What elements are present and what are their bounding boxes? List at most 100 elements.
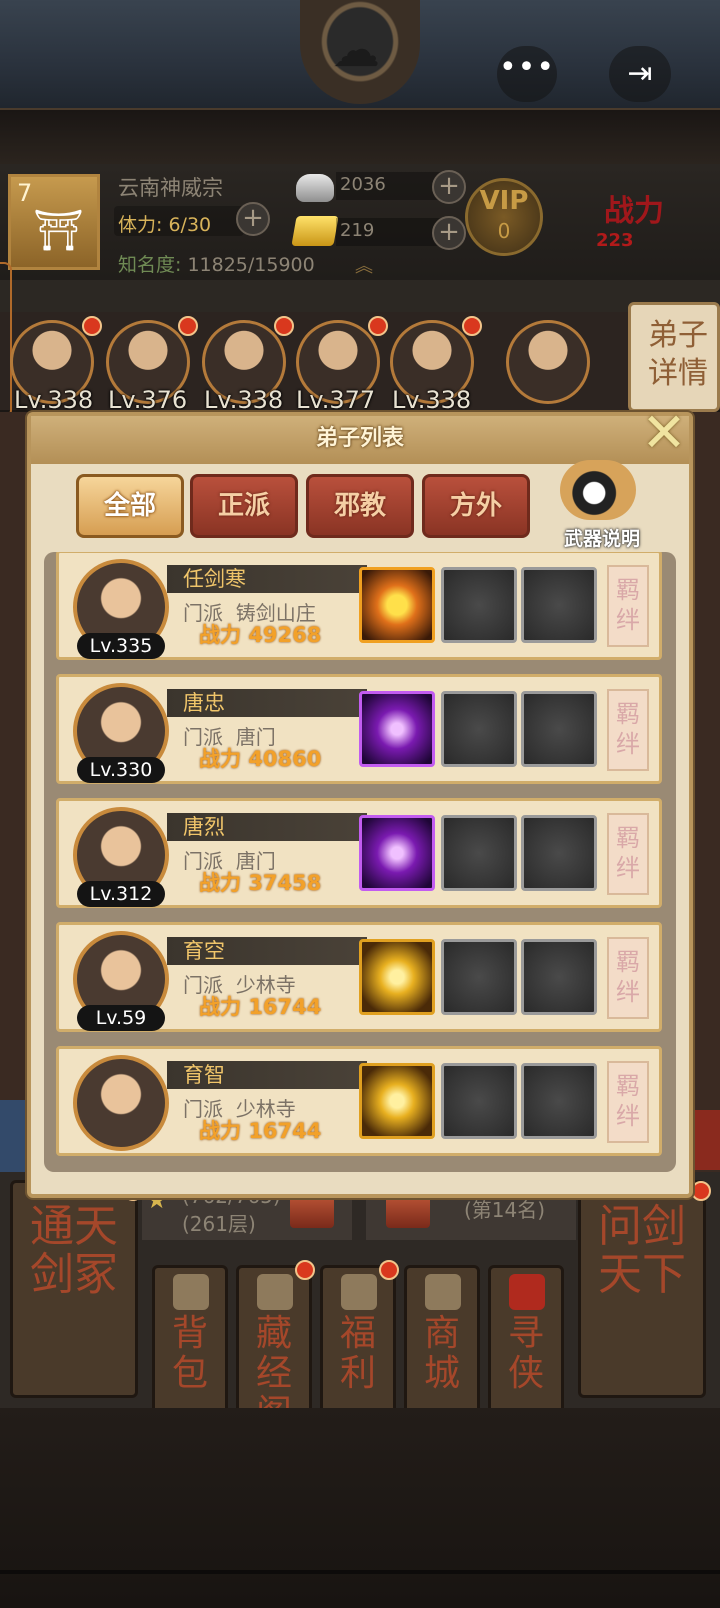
weapon-slot-empty[interactable] (521, 567, 597, 643)
weapon-slot-gold[interactable] (359, 1063, 435, 1139)
disciple-row[interactable]: Lv.312 唐烈 门派 唐门 战力 37458 羁绊 (56, 798, 662, 908)
dialog-title: 弟子列表 (315, 426, 404, 451)
disciple-portrait (73, 1055, 169, 1151)
disciple-level: Lv.330 (77, 757, 165, 783)
notification-dot (295, 1260, 315, 1280)
disciple-power: 战力 16744 (199, 1115, 321, 1145)
cloud-emblem-icon: ☁ (332, 22, 380, 78)
sword-ask-button[interactable]: 问剑天下 (578, 1180, 711, 1398)
power-value: 49268 (248, 623, 322, 647)
disciple-power: 战力 40860 (199, 743, 321, 773)
strip-hero-level: Lv.338 (14, 386, 94, 414)
fame-label: 知名度: (118, 254, 182, 276)
weapon-slot-purple[interactable] (359, 691, 435, 767)
power-prefix: 战力 (199, 623, 241, 647)
weapon-slot-empty[interactable] (441, 939, 517, 1015)
disciple-row[interactable]: Lv.59 育空 门派 少林寺 战力 16744 羁绊 (56, 922, 662, 1032)
bond-button[interactable]: 羁绊 (607, 689, 649, 771)
bond-button[interactable]: 羁绊 (607, 1061, 649, 1143)
welfare-label: 福利 (339, 1313, 376, 1394)
disciple-details-tab[interactable]: 弟子详情 (628, 302, 720, 412)
weapon-slot-empty[interactable] (441, 567, 517, 643)
disciple-name: 唐忠 (183, 691, 225, 715)
disciple-details-label: 弟子详情 (648, 318, 708, 391)
seek-hero-label: 寻侠 (507, 1313, 544, 1394)
power-value: 16744 (248, 1119, 322, 1143)
stamina-text: 体力: 6/30 (118, 210, 211, 237)
more-menu-button[interactable]: ••• (497, 46, 557, 102)
strip-hero-level: Lv.338 (204, 386, 284, 414)
bond-button[interactable]: 羁绊 (607, 813, 649, 895)
tab-evil[interactable]: 邪教 (306, 474, 414, 538)
exit-icon: ⇥ (627, 56, 653, 91)
weapon-slot-empty[interactable] (521, 815, 597, 891)
weapon-slot-empty[interactable] (521, 1063, 597, 1139)
bond-button[interactable]: 羁绊 (607, 937, 649, 1019)
close-button[interactable]: ✕ (632, 406, 696, 466)
disciple-power: 战力 37458 (199, 867, 321, 897)
power-value: 16744 (248, 995, 322, 1019)
power-prefix: 战力 (199, 871, 241, 895)
silver-amount: 2036 (340, 174, 386, 195)
add-gold-button[interactable]: + (432, 216, 466, 250)
disciple-power: 战力 49268 (199, 619, 321, 649)
weapon-slot-purple[interactable] (359, 815, 435, 891)
sword-tomb-label: 通天剑冢 (30, 1201, 118, 1300)
power-prefix: 战力 (199, 1119, 241, 1143)
shop-label: 商城 (423, 1313, 460, 1394)
vip-label: VIP (479, 186, 529, 216)
notification-dot (368, 316, 388, 336)
disciple-list[interactable]: Lv.335 任剑寒 门派 铸剑山庄 战力 49268 羁绊 Lv.330 唐忠… (44, 552, 676, 1172)
disciple-name: 唐烈 (183, 815, 225, 839)
disciple-name: 任剑寒 (183, 567, 246, 591)
strip-hero-level: Lv.377 (296, 386, 376, 414)
pavilion-icon: ⛩ (33, 208, 84, 254)
player-level: 7 (17, 179, 33, 207)
exit-button[interactable]: ⇥ (609, 46, 671, 102)
welfare-icon (341, 1274, 377, 1310)
sword-tomb-button[interactable]: 通天剑冢 (10, 1180, 143, 1398)
weapon-slot-fire[interactable] (359, 567, 435, 643)
notification-dot (462, 316, 482, 336)
add-stamina-button[interactable]: + (236, 202, 270, 236)
stamina-label: 体力: (118, 214, 163, 236)
player-avatar[interactable]: 7 ⛩ (8, 174, 100, 270)
tab-outsider[interactable]: 方外 (422, 474, 530, 538)
disciple-row[interactable]: Lv.335 任剑寒 门派 铸剑山庄 战力 49268 羁绊 (56, 552, 662, 660)
disciple-row[interactable]: 育智 门派 少林寺 战力 16744 羁绊 (56, 1046, 662, 1156)
disciple-row[interactable]: Lv.330 唐忠 门派 唐门 战力 40860 羁绊 (56, 674, 662, 784)
bag-icon (173, 1274, 209, 1310)
fame-text: 知名度: 11825/15900 (118, 250, 315, 277)
tab-all[interactable]: 全部 (76, 474, 184, 538)
power-prefix: 战力 (199, 747, 241, 771)
weapon-slot-empty[interactable] (441, 815, 517, 891)
notification-dot (274, 316, 294, 336)
disciple-name: 育智 (183, 1063, 225, 1087)
tab-righteous[interactable]: 正派 (190, 474, 298, 538)
notification-dot (379, 1260, 399, 1280)
weapon-slot-empty[interactable] (441, 1063, 517, 1139)
stamina-value: 6/30 (168, 214, 212, 236)
weapon-slot-gold[interactable] (359, 939, 435, 1015)
power-logo-label: 战力 (604, 194, 664, 229)
sword-ask-label: 问剑天下 (598, 1201, 686, 1300)
strip-hero-portrait[interactable] (506, 320, 590, 404)
shop-icon (425, 1274, 461, 1310)
weapon-slot-empty[interactable] (441, 691, 517, 767)
weapon-info-icon (560, 460, 636, 520)
side-left-decor (0, 1100, 30, 1172)
notification-dot (82, 316, 102, 336)
bond-button[interactable]: 羁绊 (607, 565, 649, 647)
combat-power-logo: 战力 223 (596, 180, 706, 260)
weapon-slot-empty[interactable] (521, 691, 597, 767)
weapon-slot-empty[interactable] (521, 939, 597, 1015)
power-prefix: 战力 (199, 995, 241, 1019)
disciple-name: 育空 (183, 939, 225, 963)
fame-value: 11825/15900 (187, 254, 315, 276)
tower-progress-floor: (261层) (182, 1212, 256, 1236)
add-silver-button[interactable]: + (432, 170, 466, 204)
expand-chevron-icon[interactable]: ︽ (346, 252, 382, 277)
weapon-info-button[interactable]: 武器说明 (552, 460, 652, 550)
player-sect-name: 云南神威宗 (118, 176, 223, 200)
vip-badge[interactable]: VIP 0 (465, 178, 543, 256)
